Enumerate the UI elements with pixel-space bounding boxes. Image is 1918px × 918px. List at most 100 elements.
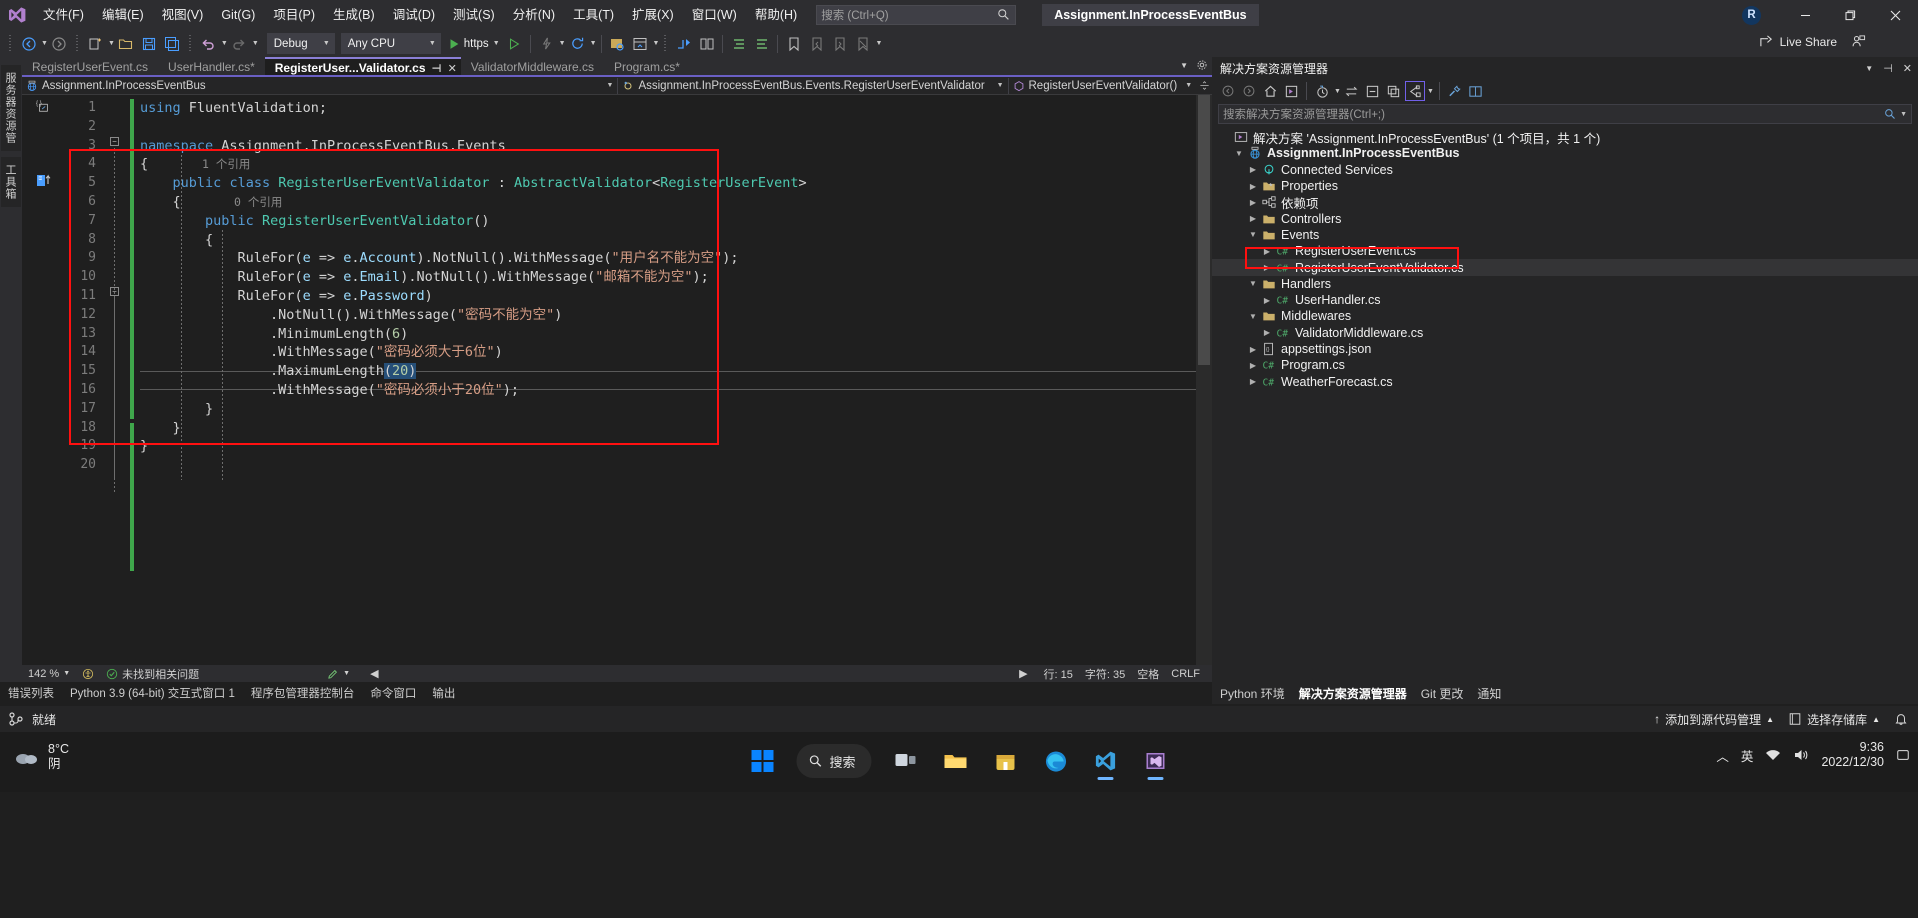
- code-text[interactable]: using FluentValidation; namespace Assign…: [140, 99, 1200, 475]
- solution-tree-item-program-cs[interactable]: ▶ C# Program.cs: [1212, 357, 1918, 373]
- close-icon[interactable]: ✕: [1903, 62, 1912, 75]
- editor-tab-validator-middleware[interactable]: ValidatorMiddleware.cs: [460, 57, 604, 77]
- comment-icon[interactable]: [695, 32, 718, 55]
- solution-tree-item-middlewares[interactable]: ▼ Middlewares: [1212, 308, 1918, 324]
- save-icon[interactable]: [138, 32, 161, 55]
- expand-collapse-closed-icon[interactable]: ▶: [1260, 247, 1274, 256]
- code-line[interactable]: public RegisterUserEventValidator(): [140, 212, 1200, 231]
- bookmark-icon[interactable]: [782, 32, 805, 55]
- undo-chevron-down-icon[interactable]: ▼: [221, 40, 228, 47]
- solution-tree[interactable]: 解决方案 'Assignment.InProcessEventBus' (1 个…: [1212, 127, 1918, 390]
- expand-collapse-open-icon[interactable]: ▼: [1232, 149, 1246, 158]
- navigate-forward-icon[interactable]: [48, 32, 71, 55]
- edge-icon[interactable]: [1034, 739, 1078, 783]
- editor-tab-program[interactable]: Program.cs*: [603, 57, 690, 77]
- back-icon[interactable]: [1218, 81, 1238, 101]
- code-line[interactable]: }: [140, 437, 1200, 456]
- expand-collapse-closed-icon[interactable]: ▶: [1246, 198, 1260, 207]
- bottom-tab-output[interactable]: 输出: [432, 685, 455, 701]
- solution-tree-item-registerusereventvalidator-cs[interactable]: ▶ C# RegisterUserEventValidator.cs: [1212, 259, 1918, 276]
- pending-changes-icon[interactable]: [1281, 81, 1301, 101]
- fold-toggle-namespace[interactable]: −: [110, 137, 119, 146]
- toolbar-grip[interactable]: [7, 35, 14, 52]
- expand-collapse-closed-icon[interactable]: ▶: [1260, 296, 1274, 305]
- minimize-icon[interactable]: [1783, 0, 1828, 30]
- code-line[interactable]: RuleFor(e => e.Account).NotNull().WithMe…: [140, 249, 1200, 268]
- menu-debug[interactable]: 调试(D): [384, 0, 444, 30]
- code-line[interactable]: {: [140, 231, 1200, 250]
- solution-tree-item-events[interactable]: ▼ Events: [1212, 227, 1918, 243]
- store-icon[interactable]: [984, 739, 1028, 783]
- code-line[interactable]: .MaximumLength(20): [140, 362, 1200, 381]
- bell-icon[interactable]: [1894, 712, 1908, 726]
- breadcrumb-project[interactable]: Assignment.InProcessEventBus ▼: [22, 77, 617, 95]
- task-view-icon[interactable]: [884, 739, 928, 783]
- preview-icon[interactable]: [1466, 81, 1486, 101]
- undo-icon[interactable]: [197, 32, 220, 55]
- global-search-input[interactable]: 搜索 (Ctrl+Q): [816, 5, 1017, 25]
- outdent-icon[interactable]: [750, 32, 773, 55]
- solution-tree-item-appsettings-json[interactable]: ▶ {} appsettings.json: [1212, 341, 1918, 357]
- bottom-tab-command-window[interactable]: 命令窗口: [370, 685, 416, 701]
- editor-tab-register-user-event[interactable]: RegisterUserEvent.cs: [22, 57, 159, 77]
- history-chevron-down-icon[interactable]: ▼: [1334, 88, 1341, 95]
- toolbar-overflow-chevron-down-icon[interactable]: ▼: [875, 40, 882, 47]
- network-icon[interactable]: [1765, 748, 1781, 762]
- next-arrow-icon[interactable]: ▶: [1013, 667, 1033, 680]
- live-share-people-icon[interactable]: [1851, 34, 1866, 49]
- fold-toggle-class[interactable]: −: [110, 287, 119, 296]
- new-project-icon[interactable]: [84, 32, 107, 55]
- solution-tree-item-userhandler-cs[interactable]: ▶ C# UserHandler.cs: [1212, 292, 1918, 308]
- code-line[interactable]: RuleFor(e => e.Email).NotNull().WithMess…: [140, 268, 1200, 287]
- code-changes-icon[interactable]: ⌸: [36, 173, 52, 189]
- solution-tree-item-controllers[interactable]: ▶ Controllers: [1212, 210, 1918, 226]
- step-into-icon[interactable]: [672, 32, 695, 55]
- windows-start-icon[interactable]: [740, 739, 784, 783]
- restart-icon[interactable]: [566, 32, 589, 55]
- navigate-back-icon[interactable]: [17, 32, 40, 55]
- chevron-down-icon[interactable]: ▼: [599, 82, 614, 89]
- account-avatar[interactable]: R: [1742, 5, 1761, 25]
- solution-tree-item-registeruserevent-cs[interactable]: ▶ C# RegisterUserEvent.cs: [1212, 243, 1918, 259]
- expand-collapse-open-icon[interactable]: ▼: [1246, 230, 1260, 239]
- se-bottom-tab-git-changes[interactable]: Git 更改: [1421, 685, 1464, 702]
- bottom-tab-python-interactive[interactable]: Python 3.9 (64-bit) 交互式窗口 1: [70, 685, 235, 701]
- toolbar-grip-4[interactable]: [662, 35, 670, 52]
- start-debugging-button[interactable]: https ▼: [444, 32, 503, 55]
- code-line[interactable]: }: [140, 400, 1200, 419]
- show-all-files-icon[interactable]: [1404, 81, 1425, 101]
- solution-tree-item-依赖项[interactable]: ▶ 依赖项: [1212, 194, 1918, 211]
- live-share-button[interactable]: Live Share: [1759, 34, 1866, 49]
- properties-icon[interactable]: [1445, 81, 1465, 101]
- chevron-down-icon[interactable]: ▼: [1180, 61, 1188, 70]
- indentation-label[interactable]: 空格: [1131, 666, 1165, 682]
- menu-view[interactable]: 视图(V): [153, 0, 213, 30]
- solution-tree-item-weatherforecast-cs[interactable]: ▶ C# WeatherForecast.cs: [1212, 373, 1918, 389]
- play-outline-icon[interactable]: [503, 32, 526, 55]
- se-bottom-tab-notifications[interactable]: 通知: [1477, 685, 1501, 702]
- select-repository-button[interactable]: 选择存储库 ▲: [1788, 711, 1880, 728]
- next-bookmark-icon[interactable]: [828, 32, 851, 55]
- vscode-icon[interactable]: [1084, 739, 1128, 783]
- menu-project[interactable]: 项目(P): [264, 0, 324, 30]
- expand-collapse-closed-icon[interactable]: ▶: [1246, 214, 1260, 223]
- bottom-tab-error-list[interactable]: 错误列表: [8, 685, 54, 701]
- home-icon[interactable]: [1260, 81, 1280, 101]
- close-icon[interactable]: ✕: [448, 62, 457, 75]
- collapse-all-icon[interactable]: [1363, 81, 1383, 101]
- code-line[interactable]: RuleFor(e => e.Password): [140, 287, 1200, 306]
- chevron-down-icon[interactable]: ▼: [1900, 111, 1907, 118]
- chevron-down-icon[interactable]: ▼: [493, 40, 500, 47]
- chevron-down-icon[interactable]: ▼: [989, 82, 1004, 89]
- code-line[interactable]: {: [140, 193, 1200, 212]
- accessibility-icon[interactable]: [76, 668, 100, 680]
- code-line[interactable]: public class RegisterUserEventValidator …: [140, 174, 1200, 193]
- menu-help[interactable]: 帮助(H): [746, 0, 806, 30]
- prev-bookmark-icon[interactable]: [805, 32, 828, 55]
- menu-build[interactable]: 生成(B): [324, 0, 384, 30]
- volume-icon[interactable]: [1793, 748, 1809, 762]
- notification-center-icon[interactable]: [1896, 748, 1910, 762]
- eol-label[interactable]: CRLF: [1165, 668, 1212, 680]
- code-line[interactable]: {: [140, 155, 1200, 174]
- pencil-icon[interactable]: ▼: [321, 668, 356, 680]
